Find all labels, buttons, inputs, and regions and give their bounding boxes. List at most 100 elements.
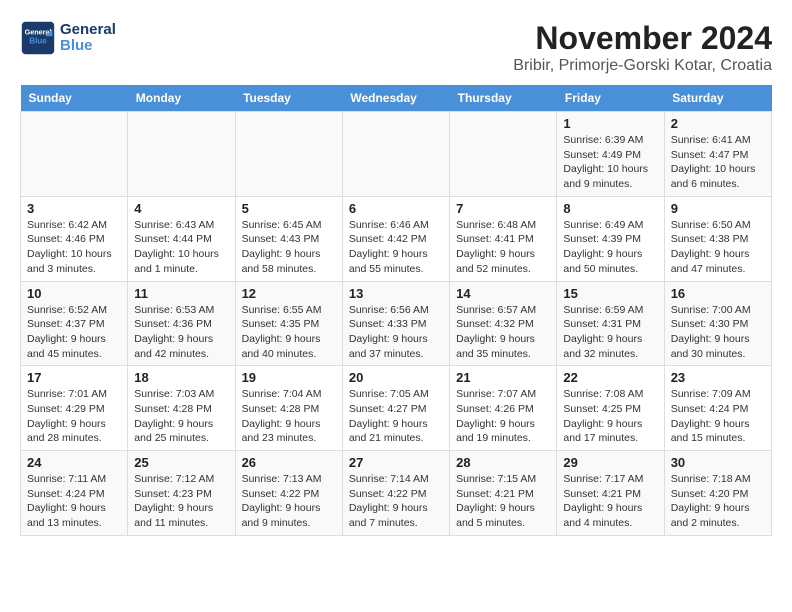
day-info: Sunrise: 6:48 AM Sunset: 4:41 PM Dayligh… [456, 218, 550, 277]
logo-text: General [60, 22, 116, 39]
day-cell: 9 Sunrise: 6:50 AM Sunset: 4:38 PM Daylig… [664, 196, 771, 281]
day-info: Sunrise: 7:04 AM Sunset: 4:28 PM Dayligh… [242, 387, 336, 446]
day-info: Sunrise: 7:03 AM Sunset: 4:28 PM Dayligh… [134, 387, 228, 446]
day-number: 24 [27, 455, 121, 470]
svg-text:Blue: Blue [29, 36, 47, 45]
week-row-5: 24 Sunrise: 7:11 AM Sunset: 4:24 PM Dayli… [21, 451, 772, 536]
day-number: 4 [134, 201, 228, 216]
day-info: Sunrise: 6:39 AM Sunset: 4:49 PM Dayligh… [563, 133, 657, 192]
day-number: 18 [134, 370, 228, 385]
calendar-table: SundayMondayTuesdayWednesdayThursdayFrid… [20, 85, 772, 536]
day-cell: 14 Sunrise: 6:57 AM Sunset: 4:32 PM Dayli… [450, 281, 557, 366]
week-row-4: 17Sunrise: 7:01 AM Sunset: 4:29 PM Dayli… [21, 366, 772, 451]
day-info: Sunrise: 6:53 AM Sunset: 4:36 PM Dayligh… [134, 303, 228, 362]
header-wednesday: Wednesday [342, 85, 449, 112]
day-info: Sunrise: 6:56 AM Sunset: 4:33 PM Dayligh… [349, 303, 443, 362]
day-cell: 2Sunrise: 6:41 AM Sunset: 4:47 PM Daylig… [664, 112, 771, 197]
page-title: November 2024 [513, 20, 772, 57]
week-row-1: 1 Sunrise: 6:39 AM Sunset: 4:49 PM Daylig… [21, 112, 772, 197]
day-info: Sunrise: 6:41 AM Sunset: 4:47 PM Dayligh… [671, 133, 765, 192]
day-info: Sunrise: 7:01 AM Sunset: 4:29 PM Dayligh… [27, 387, 121, 446]
day-number: 3 [27, 201, 121, 216]
day-info: Sunrise: 6:42 AM Sunset: 4:46 PM Dayligh… [27, 218, 121, 277]
day-number: 6 [349, 201, 443, 216]
day-cell [235, 112, 342, 197]
day-number: 11 [134, 286, 228, 301]
day-cell: 23 Sunrise: 7:09 AM Sunset: 4:24 PM Dayli… [664, 366, 771, 451]
day-number: 20 [349, 370, 443, 385]
day-number: 14 [456, 286, 550, 301]
day-info: Sunrise: 6:52 AM Sunset: 4:37 PM Dayligh… [27, 303, 121, 362]
day-info: Sunrise: 7:09 AM Sunset: 4:24 PM Dayligh… [671, 387, 765, 446]
day-info: Sunrise: 7:17 AM Sunset: 4:21 PM Dayligh… [563, 472, 657, 531]
header-friday: Friday [557, 85, 664, 112]
day-number: 15 [563, 286, 657, 301]
day-number: 27 [349, 455, 443, 470]
day-info: Sunrise: 6:55 AM Sunset: 4:35 PM Dayligh… [242, 303, 336, 362]
day-info: Sunrise: 7:05 AM Sunset: 4:27 PM Dayligh… [349, 387, 443, 446]
day-number: 26 [242, 455, 336, 470]
day-cell: 12 Sunrise: 6:55 AM Sunset: 4:35 PM Dayli… [235, 281, 342, 366]
day-cell: 11 Sunrise: 6:53 AM Sunset: 4:36 PM Dayli… [128, 281, 235, 366]
day-number: 7 [456, 201, 550, 216]
page-header: General Blue General Blue November 2024 … [20, 20, 772, 75]
day-number: 8 [563, 201, 657, 216]
day-info: Sunrise: 6:50 AM Sunset: 4:38 PM Dayligh… [671, 218, 765, 277]
day-cell [450, 112, 557, 197]
day-cell: 26 Sunrise: 7:13 AM Sunset: 4:22 PM Dayli… [235, 451, 342, 536]
page-subtitle: Bribir, Primorje-Gorski Kotar, Croatia [513, 57, 772, 75]
day-info: Sunrise: 7:15 AM Sunset: 4:21 PM Dayligh… [456, 472, 550, 531]
day-info: Sunrise: 6:49 AM Sunset: 4:39 PM Dayligh… [563, 218, 657, 277]
day-number: 19 [242, 370, 336, 385]
day-cell: 28 Sunrise: 7:15 AM Sunset: 4:21 PM Dayli… [450, 451, 557, 536]
day-info: Sunrise: 7:14 AM Sunset: 4:22 PM Dayligh… [349, 472, 443, 531]
day-number: 30 [671, 455, 765, 470]
day-cell: 6 Sunrise: 6:46 AM Sunset: 4:42 PM Daylig… [342, 196, 449, 281]
day-cell: 4 Sunrise: 6:43 AM Sunset: 4:44 PM Daylig… [128, 196, 235, 281]
day-info: Sunrise: 6:46 AM Sunset: 4:42 PM Dayligh… [349, 218, 443, 277]
day-info: Sunrise: 6:45 AM Sunset: 4:43 PM Dayligh… [242, 218, 336, 277]
day-cell [21, 112, 128, 197]
day-cell: 3 Sunrise: 6:42 AM Sunset: 4:46 PM Daylig… [21, 196, 128, 281]
header-thursday: Thursday [450, 85, 557, 112]
day-cell: 1 Sunrise: 6:39 AM Sunset: 4:49 PM Daylig… [557, 112, 664, 197]
day-cell: 27 Sunrise: 7:14 AM Sunset: 4:22 PM Dayli… [342, 451, 449, 536]
day-number: 13 [349, 286, 443, 301]
day-cell: 21 Sunrise: 7:07 AM Sunset: 4:26 PM Dayli… [450, 366, 557, 451]
header-tuesday: Tuesday [235, 85, 342, 112]
day-info: Sunrise: 7:07 AM Sunset: 4:26 PM Dayligh… [456, 387, 550, 446]
day-info: Sunrise: 7:00 AM Sunset: 4:30 PM Dayligh… [671, 303, 765, 362]
day-number: 23 [671, 370, 765, 385]
day-number: 12 [242, 286, 336, 301]
day-info: Sunrise: 7:13 AM Sunset: 4:22 PM Dayligh… [242, 472, 336, 531]
day-number: 28 [456, 455, 550, 470]
header-saturday: Saturday [664, 85, 771, 112]
header-monday: Monday [128, 85, 235, 112]
day-cell: 24 Sunrise: 7:11 AM Sunset: 4:24 PM Dayli… [21, 451, 128, 536]
day-cell [128, 112, 235, 197]
day-number: 16 [671, 286, 765, 301]
day-cell: 8 Sunrise: 6:49 AM Sunset: 4:39 PM Daylig… [557, 196, 664, 281]
day-number: 1 [563, 116, 657, 131]
header-sunday: Sunday [21, 85, 128, 112]
day-number: 9 [671, 201, 765, 216]
day-cell: 29 Sunrise: 7:17 AM Sunset: 4:21 PM Dayli… [557, 451, 664, 536]
day-cell: 22Sunrise: 7:08 AM Sunset: 4:25 PM Dayli… [557, 366, 664, 451]
day-info: Sunrise: 6:43 AM Sunset: 4:44 PM Dayligh… [134, 218, 228, 277]
day-cell: 10Sunrise: 6:52 AM Sunset: 4:37 PM Dayli… [21, 281, 128, 366]
day-number: 29 [563, 455, 657, 470]
day-number: 22 [563, 370, 657, 385]
day-info: Sunrise: 7:18 AM Sunset: 4:20 PM Dayligh… [671, 472, 765, 531]
day-cell: 13 Sunrise: 6:56 AM Sunset: 4:33 PM Dayli… [342, 281, 449, 366]
week-row-3: 10Sunrise: 6:52 AM Sunset: 4:37 PM Dayli… [21, 281, 772, 366]
day-cell [342, 112, 449, 197]
day-info: Sunrise: 6:57 AM Sunset: 4:32 PM Dayligh… [456, 303, 550, 362]
day-cell: 19 Sunrise: 7:04 AM Sunset: 4:28 PM Dayli… [235, 366, 342, 451]
day-number: 25 [134, 455, 228, 470]
day-number: 21 [456, 370, 550, 385]
day-info: Sunrise: 7:12 AM Sunset: 4:23 PM Dayligh… [134, 472, 228, 531]
day-info: Sunrise: 7:11 AM Sunset: 4:24 PM Dayligh… [27, 472, 121, 531]
day-number: 5 [242, 201, 336, 216]
day-cell: 5 Sunrise: 6:45 AM Sunset: 4:43 PM Daylig… [235, 196, 342, 281]
week-row-2: 3 Sunrise: 6:42 AM Sunset: 4:46 PM Daylig… [21, 196, 772, 281]
